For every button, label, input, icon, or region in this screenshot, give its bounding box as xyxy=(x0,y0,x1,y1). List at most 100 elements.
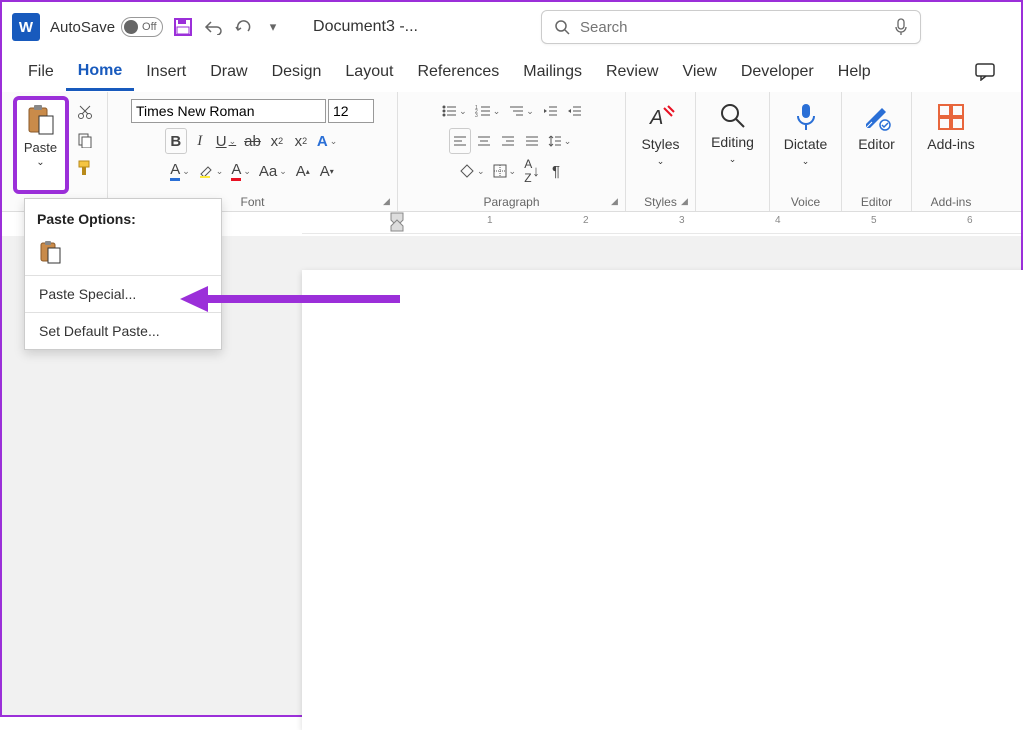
editing-group: Editing ⌄ xyxy=(696,92,770,211)
svg-text:A: A xyxy=(649,107,663,129)
addins-label: Add-ins xyxy=(927,136,974,152)
paste-button[interactable]: Paste ⌄ xyxy=(13,96,69,194)
shading-button[interactable] xyxy=(456,158,488,184)
font-color-fill-button[interactable]: A xyxy=(167,158,193,184)
save-icon[interactable] xyxy=(173,17,193,37)
copy-icon[interactable] xyxy=(73,128,97,152)
paste-special-item[interactable]: Paste Special... xyxy=(25,276,221,312)
editing-button[interactable]: Editing ⌄ xyxy=(702,96,764,192)
addins-group-label: Add-ins xyxy=(912,195,990,209)
justify-button[interactable] xyxy=(521,128,543,154)
styles-group: A Styles ⌄ Styles ◢ xyxy=(626,92,696,211)
ruler-mark: 1 xyxy=(487,215,493,226)
paste-options-header: Paste Options: xyxy=(25,199,221,235)
numbering-button[interactable]: 123 xyxy=(472,98,504,124)
search-icon xyxy=(554,19,570,35)
autosave-label: AutoSave xyxy=(50,19,115,36)
subscript-button[interactable]: x2 xyxy=(266,128,288,154)
font-name-input[interactable] xyxy=(131,99,326,123)
tab-home[interactable]: Home xyxy=(66,54,134,91)
bullets-button[interactable] xyxy=(438,98,470,124)
superscript-button[interactable]: x2 xyxy=(290,128,312,154)
comments-icon[interactable] xyxy=(963,55,1007,89)
horizontal-ruler[interactable]: 1 2 3 4 5 6 xyxy=(302,212,1021,234)
bold-button[interactable]: B xyxy=(165,128,187,154)
document-name: Document3 -... xyxy=(313,18,418,36)
paragraph-launcher-icon[interactable]: ◢ xyxy=(611,196,621,206)
styles-launcher-icon[interactable]: ◢ xyxy=(681,196,691,206)
styles-button[interactable]: A Styles ⌄ xyxy=(630,96,692,192)
search-input[interactable] xyxy=(578,18,886,37)
shrink-font-button[interactable]: A▾ xyxy=(316,158,338,184)
svg-text:3: 3 xyxy=(475,113,478,118)
tab-insert[interactable]: Insert xyxy=(134,55,198,89)
addins-icon xyxy=(936,102,966,132)
tab-references[interactable]: References xyxy=(405,55,511,89)
underline-button[interactable]: U xyxy=(213,128,239,154)
voice-group: Dictate ⌄ Voice xyxy=(770,92,842,211)
increase-indent-button[interactable] xyxy=(563,98,585,124)
tab-design[interactable]: Design xyxy=(260,55,334,89)
editor-group: Editor Editor xyxy=(842,92,912,211)
indent-marker-icon[interactable] xyxy=(390,212,404,232)
paragraph-group: 123 AZ↓ ¶ Paragraph ◢ xyxy=(398,92,626,211)
highlight-button[interactable] xyxy=(195,158,227,184)
tab-developer[interactable]: Developer xyxy=(729,55,826,89)
tab-layout[interactable]: Layout xyxy=(333,55,405,89)
align-center-button[interactable] xyxy=(473,128,495,154)
document-page[interactable] xyxy=(302,270,1023,730)
set-default-paste-item[interactable]: Set Default Paste... xyxy=(25,313,221,349)
undo-icon[interactable] xyxy=(203,17,223,37)
keep-source-formatting-icon[interactable] xyxy=(37,239,63,265)
paste-label: Paste xyxy=(24,140,57,155)
borders-button[interactable] xyxy=(490,158,520,184)
ruler-mark: 2 xyxy=(583,215,589,226)
font-color-button[interactable]: A xyxy=(228,158,254,184)
text-effects-button[interactable]: A xyxy=(314,128,340,154)
cut-icon[interactable] xyxy=(73,100,97,124)
tab-view[interactable]: View xyxy=(670,55,728,89)
search-box[interactable] xyxy=(541,10,921,44)
qat-customize-icon[interactable]: ▾ xyxy=(263,17,283,37)
ruler-mark: 3 xyxy=(679,215,685,226)
grow-font-button[interactable]: A▴ xyxy=(292,158,314,184)
line-spacing-button[interactable] xyxy=(545,128,575,154)
autosave-toggle[interactable]: Off xyxy=(121,17,163,37)
addins-button[interactable]: Add-ins xyxy=(920,96,982,192)
strikethrough-button[interactable]: ab xyxy=(241,128,264,154)
tab-mailings[interactable]: Mailings xyxy=(511,55,594,89)
editor-label: Editor xyxy=(858,136,895,152)
italic-button[interactable]: I xyxy=(189,128,211,154)
paste-icon xyxy=(25,104,57,138)
multilevel-list-button[interactable] xyxy=(505,98,537,124)
editor-icon xyxy=(862,102,892,132)
find-icon xyxy=(719,102,747,130)
autosave-toggle-knob xyxy=(124,20,138,34)
tab-file[interactable]: File xyxy=(16,55,66,89)
change-case-button[interactable]: Aa xyxy=(256,158,290,184)
tab-help[interactable]: Help xyxy=(826,55,883,89)
font-size-input[interactable] xyxy=(328,99,374,123)
editor-group-label: Editor xyxy=(842,195,911,209)
addins-group: Add-ins Add-ins xyxy=(912,92,990,211)
tab-review[interactable]: Review xyxy=(594,55,670,89)
styles-icon: A xyxy=(646,102,676,132)
redo-icon[interactable] xyxy=(233,17,253,37)
tab-draw[interactable]: Draw xyxy=(198,55,259,89)
font-launcher-icon[interactable]: ◢ xyxy=(383,196,393,206)
mic-icon[interactable] xyxy=(894,18,908,36)
clipboard-group: Paste ⌄ xyxy=(2,92,108,211)
dictate-label: Dictate xyxy=(784,136,828,152)
show-marks-button[interactable]: ¶ xyxy=(545,158,567,184)
ribbon-tabs: File Home Insert Draw Design Layout Refe… xyxy=(2,52,1021,92)
align-right-button[interactable] xyxy=(497,128,519,154)
align-left-button[interactable] xyxy=(449,128,471,154)
dictate-button[interactable]: Dictate ⌄ xyxy=(775,96,837,192)
ruler-mark: 6 xyxy=(967,215,973,226)
editor-button[interactable]: Editor xyxy=(846,96,908,192)
autosave-control[interactable]: AutoSave Off xyxy=(50,17,163,37)
paste-dropdown-arrow: ⌄ xyxy=(36,157,44,168)
format-painter-icon[interactable] xyxy=(73,156,97,180)
sort-button[interactable]: AZ↓ xyxy=(521,158,543,184)
decrease-indent-button[interactable] xyxy=(539,98,561,124)
